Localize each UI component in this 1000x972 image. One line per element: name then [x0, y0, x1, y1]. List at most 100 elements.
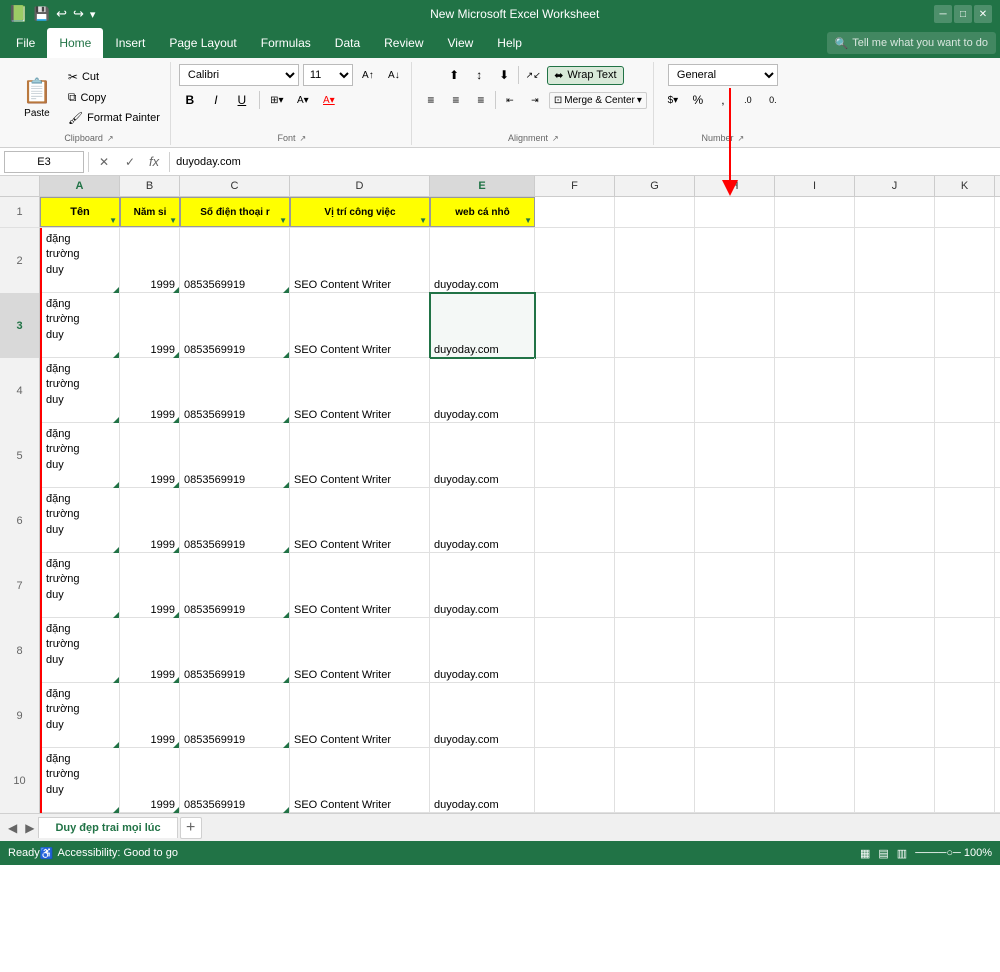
cell-i9[interactable]: [775, 683, 855, 748]
increase-font-btn[interactable]: A↑: [357, 64, 379, 86]
cell-k2[interactable]: [935, 228, 995, 293]
comma-btn[interactable]: ,: [712, 89, 734, 111]
cell-g8[interactable]: [615, 618, 695, 683]
cell-j10[interactable]: [855, 748, 935, 813]
cell-f2[interactable]: [535, 228, 615, 293]
cell-b2[interactable]: 1999: [120, 228, 180, 293]
cell-k5[interactable]: [935, 423, 995, 488]
col-header-e[interactable]: E: [430, 176, 535, 196]
cell-c6[interactable]: 0853569919: [180, 488, 290, 553]
cell-e4[interactable]: duyoday.com: [430, 358, 535, 423]
maximize-btn[interactable]: □: [954, 5, 972, 23]
cell-f7[interactable]: [535, 553, 615, 618]
cell-g6[interactable]: [615, 488, 695, 553]
cell-f8[interactable]: [535, 618, 615, 683]
cell-h2[interactable]: [695, 228, 775, 293]
cell-c3[interactable]: 0853569919: [180, 293, 290, 358]
cell-b1[interactable]: Năm si ▼: [120, 197, 180, 227]
cell-c1[interactable]: Số điện thoại r ▼: [180, 197, 290, 227]
cell-a10[interactable]: đặngtrườngduy: [40, 748, 120, 813]
cell-reference-input[interactable]: [4, 151, 84, 173]
cell-k3[interactable]: [935, 293, 995, 358]
cell-f5[interactable]: [535, 423, 615, 488]
cell-b6[interactable]: 1999: [120, 488, 180, 553]
cut-button[interactable]: ✂ Cut: [64, 68, 164, 86]
menu-home[interactable]: Home: [47, 28, 103, 58]
cell-a4[interactable]: đặngtrườngduy: [40, 358, 120, 423]
cell-f10[interactable]: [535, 748, 615, 813]
page-layout-btn[interactable]: ▤: [878, 847, 888, 860]
align-left-btn[interactable]: ≡: [420, 89, 442, 111]
borders-button[interactable]: ⊞▾: [266, 89, 288, 111]
align-right-btn[interactable]: ≡: [470, 89, 492, 111]
cell-d7[interactable]: SEO Content Writer: [290, 553, 430, 618]
cell-h10[interactable]: [695, 748, 775, 813]
clipboard-expand-icon[interactable]: ↗: [107, 134, 114, 143]
align-top-btn[interactable]: ⬆: [443, 64, 465, 86]
menu-data[interactable]: Data: [323, 28, 372, 58]
cell-h5[interactable]: [695, 423, 775, 488]
add-sheet-btn[interactable]: +: [180, 817, 202, 839]
bold-button[interactable]: B: [179, 89, 201, 111]
cell-c4[interactable]: 0853569919: [180, 358, 290, 423]
font-expand-icon[interactable]: ↗: [300, 134, 307, 143]
font-size-select[interactable]: 11: [303, 64, 353, 86]
cell-i8[interactable]: [775, 618, 855, 683]
cell-g2[interactable]: [615, 228, 695, 293]
cell-a7[interactable]: đặngtrườngduy: [40, 553, 120, 618]
cell-f3[interactable]: [535, 293, 615, 358]
cell-i6[interactable]: [775, 488, 855, 553]
number-expand-icon[interactable]: ↗: [738, 134, 745, 143]
cell-i10[interactable]: [775, 748, 855, 813]
search-bar[interactable]: 🔍 Tell me what you want to do: [827, 32, 996, 54]
cell-i1[interactable]: [775, 197, 855, 227]
wrap-text-button[interactable]: ⬌ Wrap Text: [547, 66, 623, 85]
cell-i3[interactable]: [775, 293, 855, 358]
number-format-select[interactable]: General: [668, 64, 778, 86]
close-btn[interactable]: ✕: [974, 5, 992, 23]
cell-k1[interactable]: [935, 197, 995, 227]
sheet-tab-1[interactable]: Duy đẹp trai mọi lúc: [38, 817, 177, 838]
cell-h6[interactable]: [695, 488, 775, 553]
menu-file[interactable]: File: [4, 28, 47, 58]
cell-f4[interactable]: [535, 358, 615, 423]
fill-color-button[interactable]: A▾: [292, 89, 314, 111]
cell-g7[interactable]: [615, 553, 695, 618]
col-header-k[interactable]: K: [935, 176, 995, 196]
cell-b9[interactable]: 1999: [120, 683, 180, 748]
cell-g10[interactable]: [615, 748, 695, 813]
format-painter-button[interactable]: 🖌 Format Painter: [64, 109, 164, 127]
font-name-select[interactable]: Calibri: [179, 64, 299, 86]
alignment-expand-icon[interactable]: ↗: [552, 134, 559, 143]
menu-view[interactable]: View: [436, 28, 486, 58]
cell-k10[interactable]: [935, 748, 995, 813]
cell-i2[interactable]: [775, 228, 855, 293]
cell-b7[interactable]: 1999: [120, 553, 180, 618]
cell-k4[interactable]: [935, 358, 995, 423]
cell-k8[interactable]: [935, 618, 995, 683]
cell-d9[interactable]: SEO Content Writer: [290, 683, 430, 748]
minimize-btn[interactable]: ─: [934, 5, 952, 23]
cell-g5[interactable]: [615, 423, 695, 488]
cancel-formula-btn[interactable]: ✕: [93, 151, 115, 173]
col-header-b[interactable]: B: [120, 176, 180, 196]
cell-g1[interactable]: [615, 197, 695, 227]
menu-help[interactable]: Help: [485, 28, 534, 58]
cell-j7[interactable]: [855, 553, 935, 618]
col-header-i[interactable]: I: [775, 176, 855, 196]
cell-a5[interactable]: đặngtrườngduy: [40, 423, 120, 488]
cell-h4[interactable]: [695, 358, 775, 423]
cell-e9[interactable]: duyoday.com: [430, 683, 535, 748]
cell-a2[interactable]: đặngtrườngduy: [40, 228, 120, 293]
cell-b10[interactable]: 1999: [120, 748, 180, 813]
cell-b4[interactable]: 1999: [120, 358, 180, 423]
cell-e2[interactable]: duyoday.com: [430, 228, 535, 293]
cell-d1[interactable]: Vị trí công việc ▼: [290, 197, 430, 227]
cell-j5[interactable]: [855, 423, 935, 488]
menu-insert[interactable]: Insert: [103, 28, 157, 58]
cell-k7[interactable]: [935, 553, 995, 618]
menu-review[interactable]: Review: [372, 28, 435, 58]
quick-undo[interactable]: ↩: [56, 6, 67, 22]
cell-j2[interactable]: [855, 228, 935, 293]
col-header-d[interactable]: D: [290, 176, 430, 196]
